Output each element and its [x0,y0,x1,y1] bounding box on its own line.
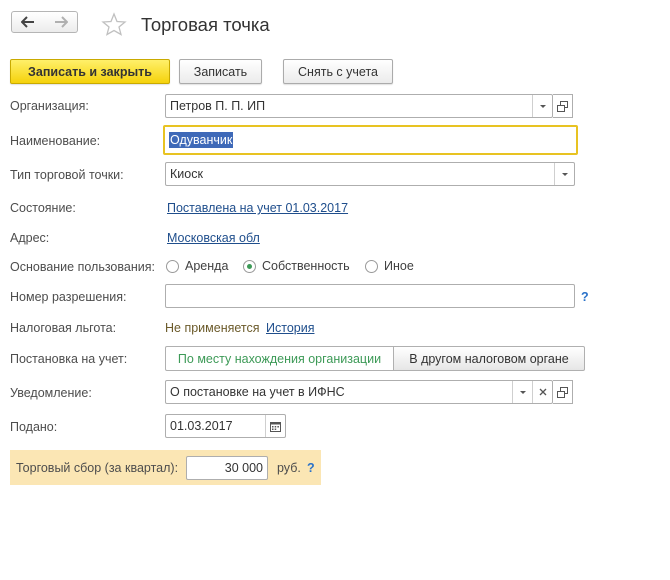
registration-option-other-authority[interactable]: В другом налоговом органе [394,346,585,371]
radio-circle [166,259,179,273]
organization-open-button[interactable] [553,94,573,118]
state-link[interactable]: Поставлена на учет 01.03.2017 [167,201,348,215]
notice-open-button[interactable] [553,380,573,404]
name-label: Наименование: [10,134,101,148]
notice-clear-button[interactable] [532,381,552,403]
chevron-down-icon [561,172,568,176]
trade-fee-unit: руб. [277,461,301,475]
radio-ownership[interactable]: Собственность [243,259,350,273]
star-icon[interactable] [101,12,127,36]
name-input[interactable]: Одуванчик [163,125,578,155]
radio-rent[interactable]: Аренда [166,259,228,273]
submitted-date-value: 01.03.2017 [170,419,233,433]
name-value: Одуванчик [169,132,234,148]
radio-other-label: Иное [384,259,414,273]
notice-field[interactable]: О постановке на учет в ИФНС [165,380,553,404]
registration-option-org-location[interactable]: По месту нахождения организации [165,346,394,371]
arrow-right-icon [54,16,68,28]
trade-fee-value: 30 000 [224,461,263,475]
trade-fee-label: Торговый сбор (за квартал): [16,461,179,475]
point-type-dropdown-button[interactable] [554,163,574,185]
save-button[interactable]: Записать [179,59,262,84]
arrow-left-icon [21,16,34,28]
chevron-down-icon [519,390,526,394]
calendar-button[interactable] [265,415,285,437]
deregister-button[interactable]: Снять с учета [283,59,393,84]
calendar-icon [270,421,281,432]
point-type-label: Тип торговой точки: [10,168,124,182]
save-and-close-button[interactable]: Записать и закрыть [10,59,170,84]
chevron-down-icon [539,104,546,108]
organization-dropdown-button[interactable] [532,95,552,117]
notice-label: Уведомление: [10,386,92,400]
trade-fee-input[interactable]: 30 000 [186,456,268,480]
organization-field[interactable]: Петров П. П. ИП [165,94,553,118]
state-label: Состояние: [10,201,76,215]
radio-circle [365,259,378,273]
close-icon [539,388,546,396]
permit-number-label: Номер разрешения: [10,290,127,304]
open-window-icon [557,100,568,112]
back-button[interactable] [11,11,45,33]
radio-other[interactable]: Иное [365,259,414,273]
forward-button[interactable] [44,11,78,33]
notice-value: О постановке на учет в ИФНС [170,385,345,399]
point-type-value: Киоск [170,167,203,181]
organization-value: Петров П. П. ИП [170,99,266,113]
radio-rent-label: Аренда [185,259,229,273]
tax-benefit-label: Налоговая льгота: [10,321,117,335]
radio-ownership-label: Собственность [262,259,350,273]
usage-basis-label: Основание пользования: [10,260,155,274]
tax-benefit-value: Не применяется [165,321,260,335]
permit-number-input[interactable] [165,284,575,308]
organization-label: Организация: [10,99,89,113]
open-window-icon [557,386,568,398]
submitted-label: Подано: [10,420,58,434]
tax-benefit-history-link[interactable]: История [266,321,314,335]
address-link[interactable]: Московская обл [167,231,260,245]
trade-fee-help-icon[interactable]: ? [307,461,315,475]
registration-label: Постановка на учет: [10,352,128,366]
address-label: Адрес: [10,231,50,245]
submitted-date-input[interactable]: 01.03.2017 [165,414,286,438]
point-type-field[interactable]: Киоск [165,162,575,186]
page-title: Торговая точка [141,14,270,35]
permit-help-icon[interactable]: ? [581,290,589,304]
radio-circle-selected [243,259,256,273]
notice-dropdown-button[interactable] [512,381,532,403]
